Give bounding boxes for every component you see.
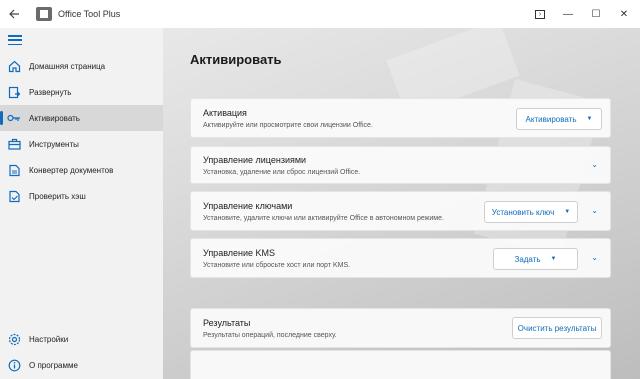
caret-down-icon: ▼	[550, 256, 557, 262]
sidebar-item-doc-converter[interactable]: Конвертер документов	[0, 157, 163, 183]
sidebar-item-label: О программе	[29, 360, 78, 370]
caret-down-icon: ▼	[564, 209, 571, 215]
button-label: Установить ключ	[491, 207, 555, 217]
sidebar-item-label: Настройки	[29, 334, 69, 344]
set-kms-button[interactable]: Задать ▼	[493, 248, 578, 270]
deploy-icon	[7, 85, 21, 99]
chevron-down-icon[interactable]: ⌄	[591, 206, 598, 215]
sidebar-item-label: Активировать	[29, 113, 80, 123]
card-title: Результаты	[203, 318, 251, 328]
terminal-icon: ›	[535, 9, 545, 19]
sidebar-item-about[interactable]: О программе	[0, 352, 163, 378]
sidebar-item-activate[interactable]: Активировать	[0, 105, 163, 131]
sidebar-item-hash-check[interactable]: Проверить хэш	[0, 183, 163, 209]
title-bar: Office Tool Plus › — ☐ ✕	[0, 0, 640, 28]
card-activation: Активация Активируйте или просмотрите св…	[190, 98, 611, 138]
page-title: Активировать	[190, 52, 282, 67]
sidebar-item-settings[interactable]: Настройки	[0, 326, 163, 352]
window-title: Office Tool Plus	[58, 9, 121, 19]
hamburger-menu-icon[interactable]	[8, 35, 22, 45]
install-key-button[interactable]: Установить ключ ▼	[484, 201, 578, 223]
terminal-button[interactable]: ›	[526, 0, 554, 28]
card-title: Управление лицензиями	[203, 155, 307, 165]
clear-results-button[interactable]: Очистить результаты	[512, 317, 602, 339]
sidebar-item-label: Проверить хэш	[29, 191, 86, 201]
card-title: Активация	[203, 108, 247, 118]
card-description: Установите или сбросьте хост или порт KM…	[203, 262, 351, 269]
back-arrow-icon[interactable]	[0, 0, 28, 28]
hash-check-icon	[7, 189, 21, 203]
sidebar-item-deploy[interactable]: Развернуть	[0, 79, 163, 105]
activate-button[interactable]: Активировать ▼	[516, 108, 602, 130]
home-icon	[7, 59, 21, 73]
sidebar-item-tools[interactable]: Инструменты	[0, 131, 163, 157]
sidebar-item-label: Инструменты	[29, 139, 79, 149]
card-description: Активируйте или просмотрите свои лицензи…	[203, 122, 373, 129]
gear-icon	[7, 332, 21, 346]
button-label: Активировать	[525, 114, 577, 124]
button-label: Очистить результаты	[517, 323, 597, 333]
card-title: Управление ключами	[203, 201, 293, 211]
sidebar-item-label: Развернуть	[29, 87, 72, 97]
chevron-down-icon[interactable]: ⌄	[591, 160, 598, 169]
card-title: Управление KMS	[203, 248, 276, 258]
main-content: Активировать Активация Активируйте или п…	[163, 28, 640, 379]
office-tool-plus-logo	[36, 7, 52, 21]
button-label: Задать	[514, 254, 541, 264]
sidebar-item-label: Конвертер документов	[29, 165, 114, 175]
sidebar-item-home[interactable]: Домашняя страница	[0, 53, 163, 79]
card-description: Установка, удаление или сброс лицензий O…	[203, 169, 361, 176]
card-key-management[interactable]: Управление ключами Установите, удалите к…	[190, 191, 611, 231]
toolbox-icon	[7, 137, 21, 151]
card-description: Результаты операций, последние сверху.	[203, 332, 337, 339]
caret-down-icon: ▼	[586, 116, 593, 122]
card-results: Результаты Результаты операций, последни…	[190, 308, 611, 348]
close-button[interactable]: ✕	[610, 0, 638, 28]
chevron-down-icon[interactable]: ⌄	[591, 253, 598, 262]
minimize-button[interactable]: —	[554, 0, 582, 28]
sidebar: Домашняя страница Развернуть Активироват…	[0, 28, 163, 379]
results-output-area	[190, 350, 611, 379]
card-kms-management[interactable]: Управление KMS Установите или сбросьте х…	[190, 238, 611, 278]
info-icon	[7, 358, 21, 372]
key-icon	[7, 111, 21, 125]
document-convert-icon	[7, 163, 21, 177]
card-license-management[interactable]: Управление лицензиями Установка, удалени…	[190, 146, 611, 184]
sidebar-item-label: Домашняя страница	[29, 61, 106, 71]
maximize-button[interactable]: ☐	[582, 0, 610, 28]
card-description: Установите, удалите ключи или активируйт…	[203, 215, 444, 222]
